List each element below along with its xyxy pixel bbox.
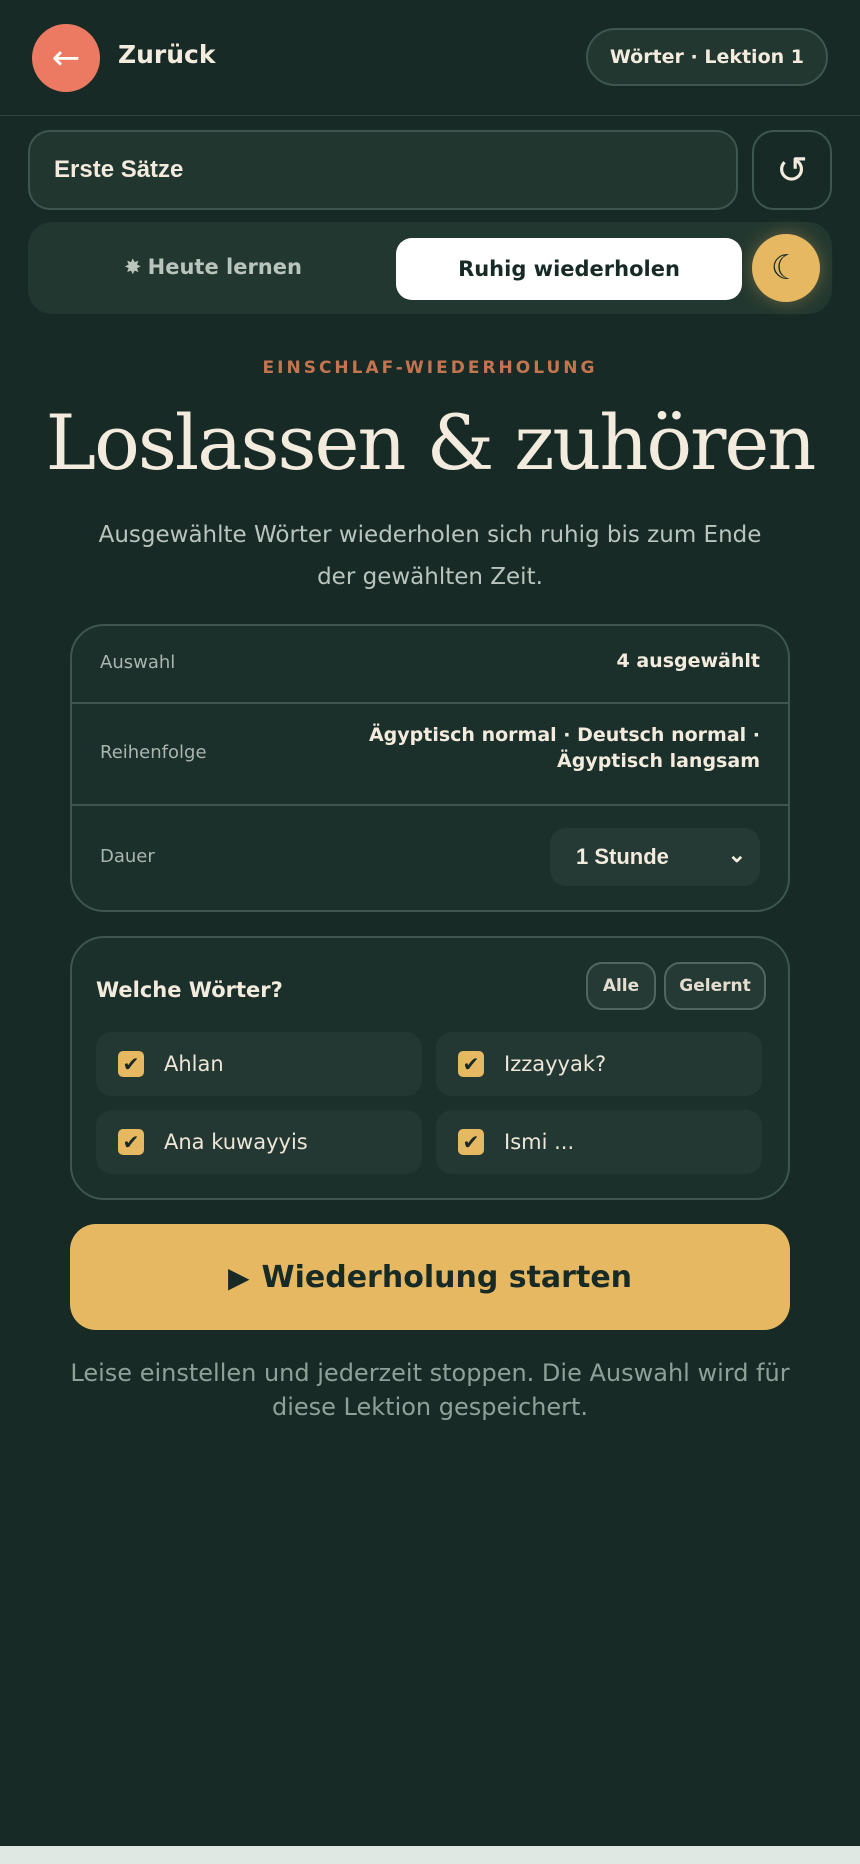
word-item-izzayyak[interactable]: ✔ Izzayyak? — [436, 1032, 762, 1096]
selection-row: Auswahl 4 ausgewählt — [72, 626, 788, 702]
top-bar: ← Zurück Wörter · Lektion 1 — [0, 0, 860, 116]
tab-label: Heute lernen — [147, 255, 302, 279]
word-label: Ahlan — [164, 1052, 224, 1076]
play-icon: ▶ — [227, 1260, 250, 1294]
word-item-ismi[interactable]: ✔ Ismi ... — [436, 1110, 762, 1174]
chevron-down-icon: ⌄ — [727, 842, 746, 867]
checkbox[interactable]: ✔ — [458, 1051, 484, 1077]
page-title: Loslassen & zuhören — [45, 398, 817, 487]
order-row: Reihenfolge Ägyptisch normal · Deutsch n… — [72, 704, 788, 800]
back-label[interactable]: Zurück — [118, 40, 216, 69]
duration-value: 1 Stunde — [576, 844, 669, 869]
tab-heute-lernen[interactable]: ✸ Heute lernen — [28, 236, 398, 298]
word-label: Ana kuwayyis — [164, 1130, 308, 1154]
selection-label: Auswahl — [100, 652, 176, 673]
bottom-strip — [0, 1846, 860, 1864]
checkbox[interactable]: ✔ — [458, 1129, 484, 1155]
refresh-icon: ↺ — [776, 148, 808, 192]
hint-text: Leise einstellen und jederzeit stoppen. … — [70, 1359, 790, 1421]
moon-icon: ☾ — [770, 248, 802, 288]
order-value: Ägyptisch normal · Deutsch normal · Ägyp… — [368, 724, 760, 772]
check-icon: ✔ — [122, 1052, 140, 1076]
word-label: Ismi ... — [504, 1130, 575, 1154]
check-icon: ✔ — [122, 1130, 140, 1154]
start-label: Wiederholung starten — [261, 1259, 633, 1295]
word-item-ahlan[interactable]: ✔ Ahlan — [96, 1032, 422, 1096]
start-repetition-button[interactable]: ▶ Wiederholung starten — [70, 1224, 790, 1330]
back-button[interactable]: ← — [32, 24, 100, 92]
word-label: Izzayyak? — [504, 1052, 607, 1076]
word-item-ana-kuwayyis[interactable]: ✔ Ana kuwayyis — [96, 1110, 422, 1174]
sleep-mode-button[interactable]: ☾ — [752, 234, 820, 302]
selection-value: 4 ausgewählt — [616, 650, 760, 672]
checkbox[interactable]: ✔ — [118, 1051, 144, 1077]
settings-card: Auswahl 4 ausgewählt Reihenfolge Ägyptis… — [70, 624, 790, 912]
order-label: Reihenfolge — [100, 742, 207, 763]
lesson-pill[interactable]: Wörter · Lektion 1 — [585, 28, 828, 86]
sparkle-icon: ✸ — [124, 255, 142, 279]
section-kicker: EINSCHLAF-WIEDERHOLUNG — [262, 358, 598, 378]
select-all-button[interactable]: Alle — [586, 962, 656, 1010]
refresh-button[interactable]: ↺ — [752, 130, 832, 210]
page-subtitle: Ausgewählte Wörter wiederholen sich ruhi… — [98, 522, 762, 590]
word-selection-title: Welche Wörter? — [96, 978, 283, 1002]
check-icon: ✔ — [462, 1130, 480, 1154]
word-selection-card: Welche Wörter? Alle Gelernt ✔ Ahlan ✔ Iz… — [70, 936, 790, 1200]
mode-switcher: ✸ Heute lernen Ruhig wiederholen ☾ — [28, 222, 832, 314]
select-learned-button[interactable]: Gelernt — [664, 962, 766, 1010]
deck-select[interactable]: Erste Sätze — [28, 130, 738, 210]
duration-select[interactable]: 1 Stunde ⌄ — [550, 828, 760, 886]
arrow-left-icon: ← — [51, 38, 81, 78]
tab-ruhig-wiederholen[interactable]: Ruhig wiederholen — [396, 238, 742, 300]
duration-label: Dauer — [100, 846, 155, 867]
checkbox[interactable]: ✔ — [118, 1129, 144, 1155]
check-icon: ✔ — [462, 1052, 480, 1076]
